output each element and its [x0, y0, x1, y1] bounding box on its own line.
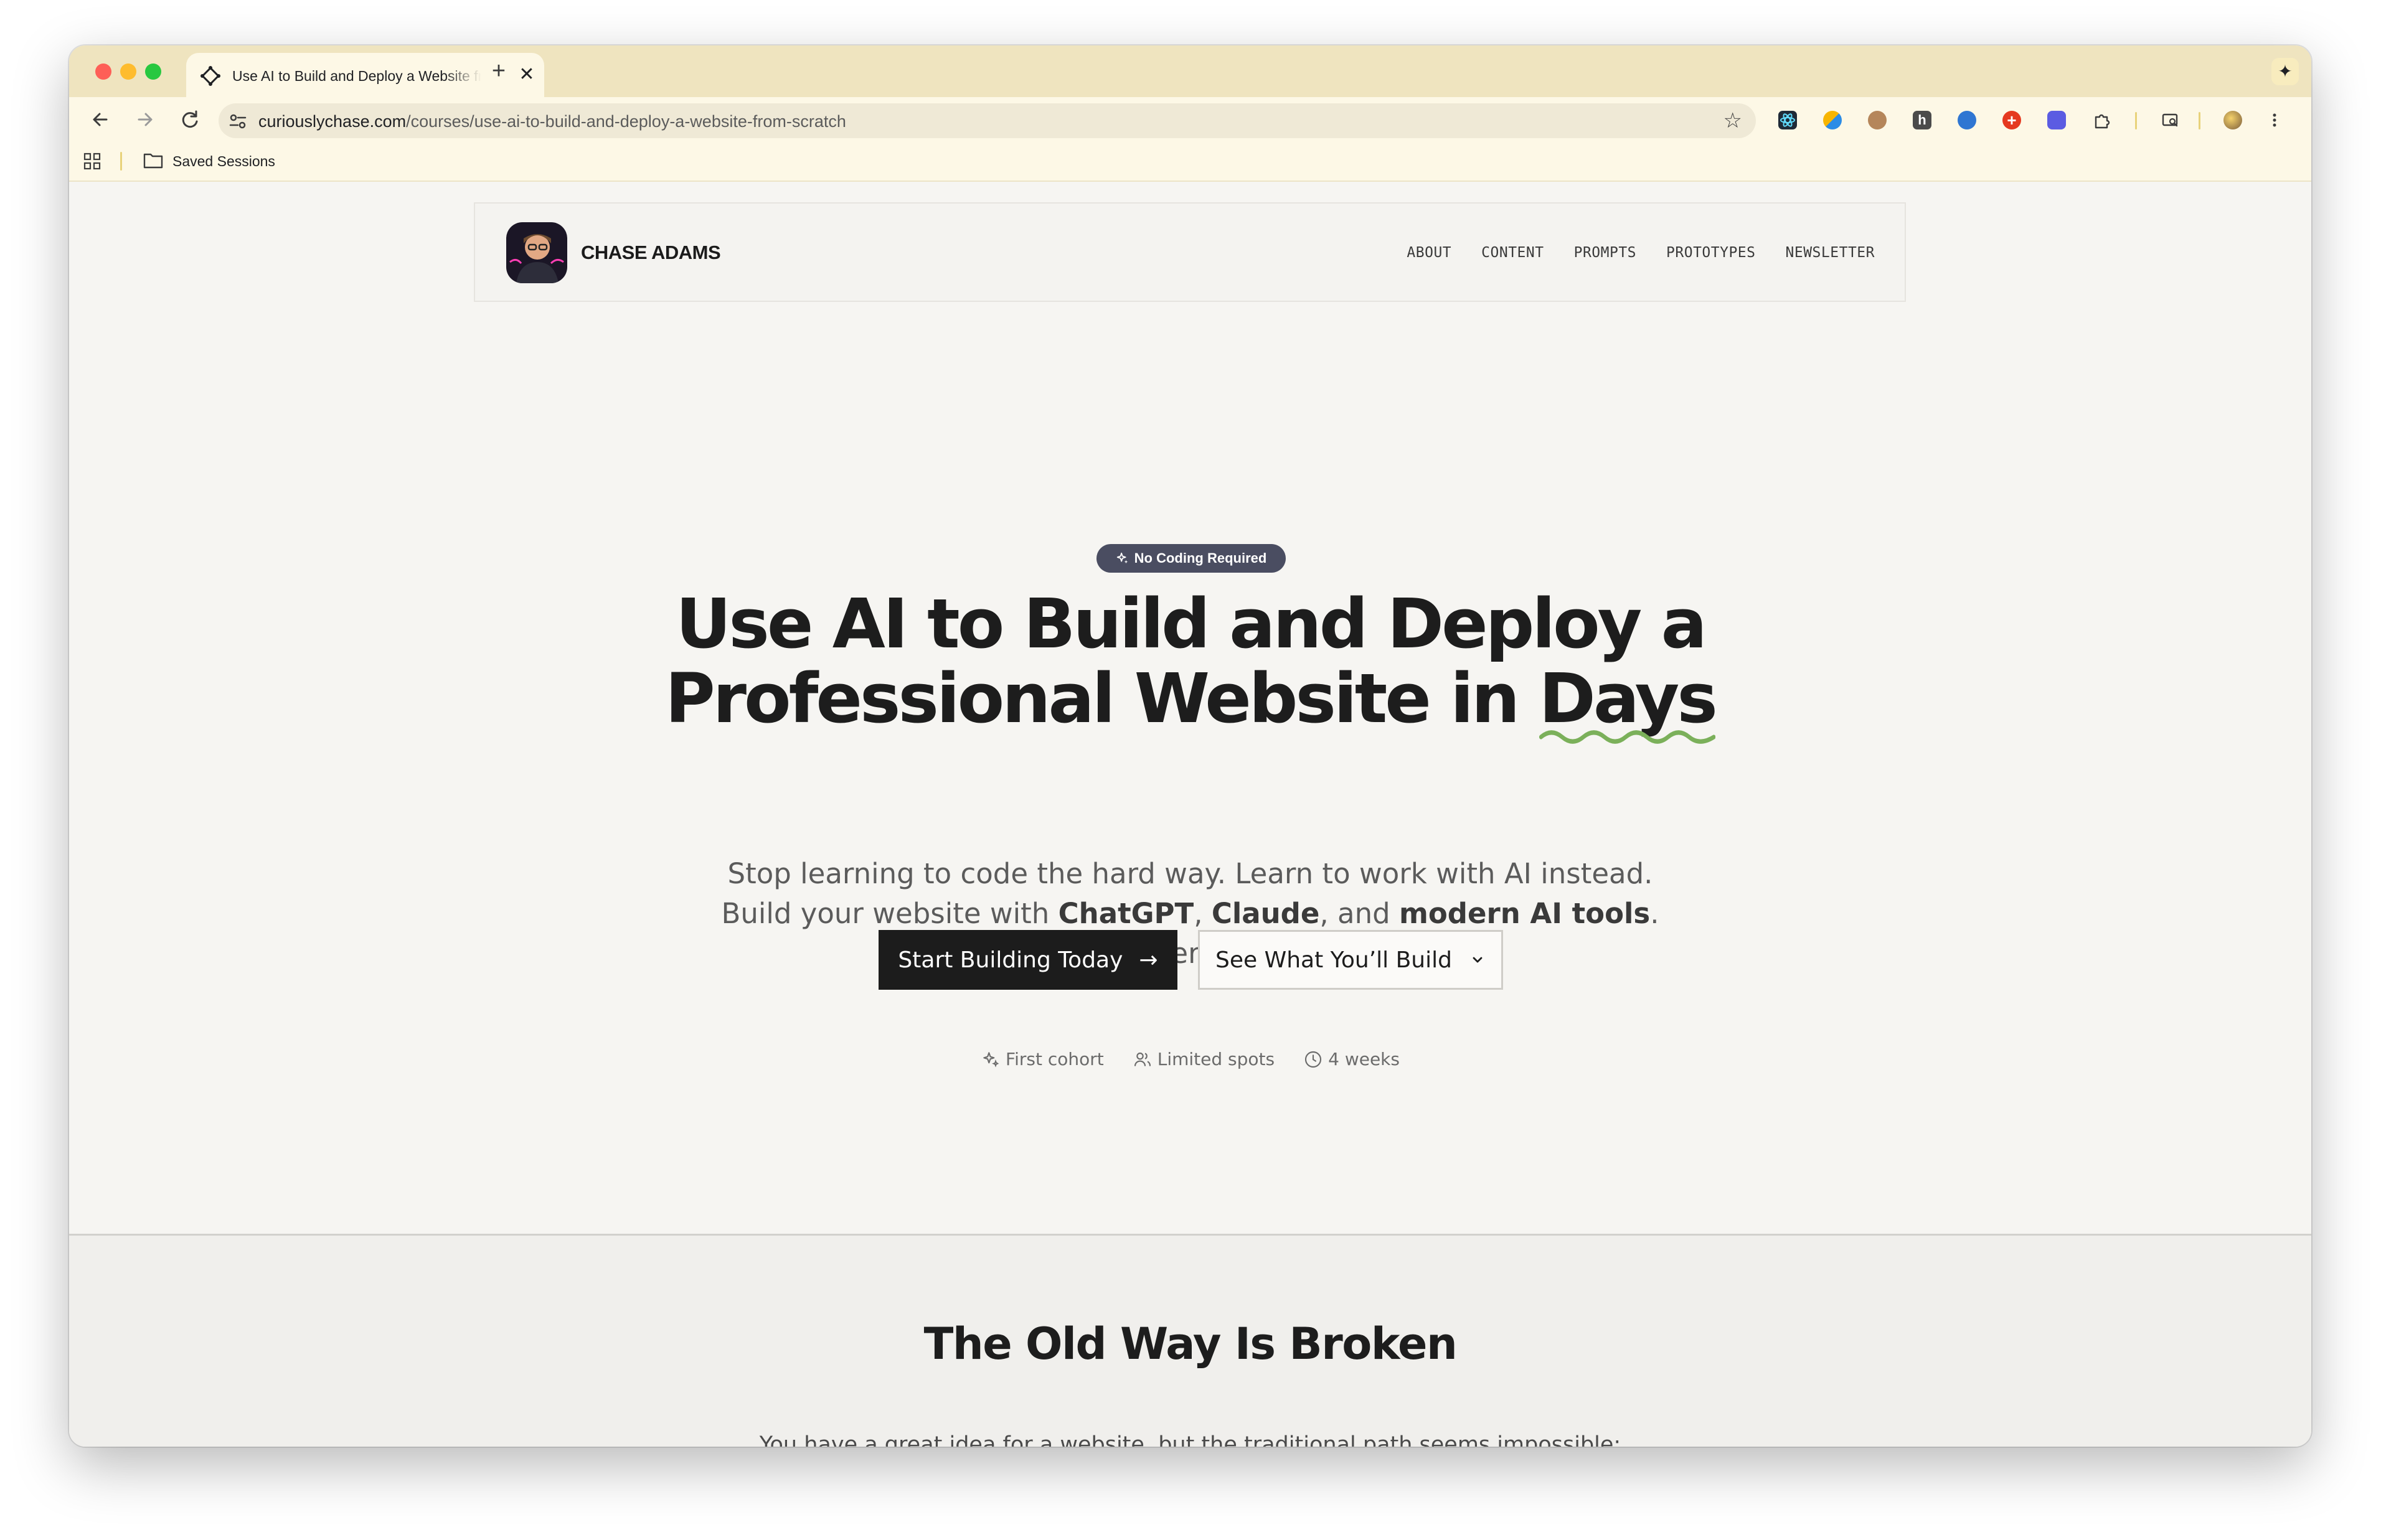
meta-first-cohort-label: First cohort	[1006, 1049, 1104, 1069]
h-extension-icon[interactable]: h	[1913, 111, 1931, 129]
old-way-section: The Old Way Is Broken You have a great i…	[69, 1236, 2311, 1447]
see-what-youll-build-button[interactable]: See What You’ll Build	[1198, 930, 1503, 990]
hero-subtitle-line2-prefix: Build your website with	[721, 897, 1058, 930]
tab-close-icon[interactable]: ✕	[517, 65, 536, 84]
subtitle-period: .	[1650, 897, 1659, 930]
hero-subtitle: Stop learning to code the hard way. Lear…	[69, 854, 2311, 974]
site-favicon-icon	[200, 66, 220, 86]
start-building-label: Start Building Today	[898, 947, 1123, 973]
no-coding-badge: No Coding Required	[1096, 544, 1286, 573]
browser-toolbar: curiouslychase.com/courses/use-ai-to-bui…	[69, 97, 2311, 142]
avatar[interactable]	[506, 222, 567, 283]
meta-first-cohort: First cohort	[981, 1049, 1104, 1069]
start-building-button[interactable]: Start Building Today →	[879, 930, 1177, 990]
folder-icon	[143, 153, 163, 169]
clock-extension-icon[interactable]	[1958, 111, 1976, 129]
hero-title-highlight: Days	[1539, 661, 1718, 744]
hero-subtitle-line1: Stop learning to code the hard way. Lear…	[727, 857, 1653, 890]
maximize-window-button[interactable]	[145, 63, 161, 80]
toolbar-separator	[2199, 112, 2200, 129]
bookmarks-bar: Saved Sessions	[69, 142, 2311, 182]
nav-about[interactable]: ABOUT	[1407, 245, 1451, 261]
tool-claude: Claude	[1211, 897, 1320, 930]
arrow-right-icon: →	[1139, 947, 1158, 973]
bookmark-star-icon[interactable]: ☆	[1723, 109, 1742, 133]
badge-label: No Coding Required	[1134, 550, 1267, 566]
gear-extension-icon[interactable]	[2047, 111, 2066, 129]
highlight-squiggle	[1539, 730, 1715, 744]
hero-title-line2: Professional Website in	[665, 659, 1539, 738]
subtitle-comma: ,	[1194, 897, 1212, 930]
toolbar-separator	[2135, 112, 2137, 129]
profile-avatar-icon[interactable]	[2223, 111, 2242, 129]
puzzle-extensions-icon[interactable]	[2092, 111, 2111, 129]
hero-title: Use AI to Build and Deploy a Professiona…	[69, 584, 2311, 744]
tab-search-icon[interactable]	[2161, 111, 2180, 129]
more-menu-icon[interactable]	[2265, 111, 2284, 129]
close-window-button[interactable]	[95, 63, 111, 80]
browser-window: Use AI to Build and Deploy a Website fro…	[69, 45, 2311, 1447]
url-path: /courses/use-ai-to-build-and-deploy-a-we…	[406, 112, 846, 131]
subtitle-and: , and	[1319, 897, 1399, 930]
old-way-title: The Old Way Is Broken	[923, 1318, 1458, 1369]
tab-title: Use AI to Build and Deploy a Website fro…	[232, 68, 481, 84]
web-page: CHASE ADAMS ABOUT CONTENT PROMPTS PROTOT…	[69, 182, 2311, 1447]
site-nav-links: ABOUT CONTENT PROMPTS PROTOTYPES NEWSLET…	[1407, 245, 1875, 261]
nav-content[interactable]: CONTENT	[1481, 245, 1544, 261]
see-what-label: See What You’ll Build	[1215, 947, 1452, 973]
course-meta: First cohort Limited spots 4 weeks	[69, 1049, 2311, 1069]
react-devtools-icon[interactable]	[1778, 111, 1797, 129]
nav-prototypes[interactable]: PROTOTYPES	[1666, 245, 1755, 261]
back-icon[interactable]	[88, 107, 113, 132]
gemini-icon[interactable]: ✦	[2271, 58, 2299, 85]
clock-icon	[1305, 1051, 1322, 1068]
bookmark-folder-label: Saved Sessions	[172, 153, 275, 169]
site-brand[interactable]: CHASE ADAMS	[581, 242, 721, 264]
users-icon	[1134, 1052, 1151, 1066]
tab-strip: Use AI to Build and Deploy a Website fro…	[69, 45, 2311, 97]
nav-newsletter[interactable]: NEWSLETTER	[1786, 245, 1875, 261]
url-text[interactable]: curiouslychase.com/courses/use-ai-to-bui…	[258, 112, 846, 131]
sparkles-icon	[983, 1051, 999, 1068]
site-header: CHASE ADAMS ABOUT CONTENT PROMPTS PROTOT…	[474, 202, 1906, 302]
nav-prompts[interactable]: PROMPTS	[1574, 245, 1636, 261]
forward-icon[interactable]	[133, 107, 158, 132]
sparkles-icon	[1116, 552, 1128, 564]
meta-duration-label: 4 weeks	[1328, 1049, 1400, 1069]
reload-icon[interactable]	[177, 107, 202, 132]
new-tab-button[interactable]: +	[486, 59, 511, 83]
minimize-window-button[interactable]	[120, 63, 136, 80]
bookmarks-separator	[120, 152, 122, 171]
url-domain: curiouslychase.com	[258, 112, 407, 131]
red-plus-extension-icon[interactable]: +	[2002, 111, 2021, 129]
tool-modern-ai: modern AI tools	[1398, 897, 1651, 930]
meta-limited-spots-label: Limited spots	[1157, 1049, 1275, 1069]
apps-grid-icon[interactable]	[83, 152, 101, 171]
meta-duration: 4 weeks	[1303, 1049, 1400, 1069]
tool-chatgpt: ChatGPT	[1058, 897, 1194, 930]
site-info-icon[interactable]	[227, 111, 248, 132]
address-bar[interactable]: curiouslychase.com/courses/use-ai-to-bui…	[219, 103, 1756, 138]
owl-icon[interactable]	[1868, 111, 1887, 129]
old-way-text: You have a great idea for a website, but…	[759, 1432, 1621, 1447]
hero-title-line1: Use AI to Build and Deploy a	[676, 584, 1707, 664]
color-picker-icon[interactable]	[1823, 111, 1842, 129]
meta-limited-spots: Limited spots	[1133, 1049, 1275, 1069]
chevron-down-icon	[1473, 957, 1483, 963]
